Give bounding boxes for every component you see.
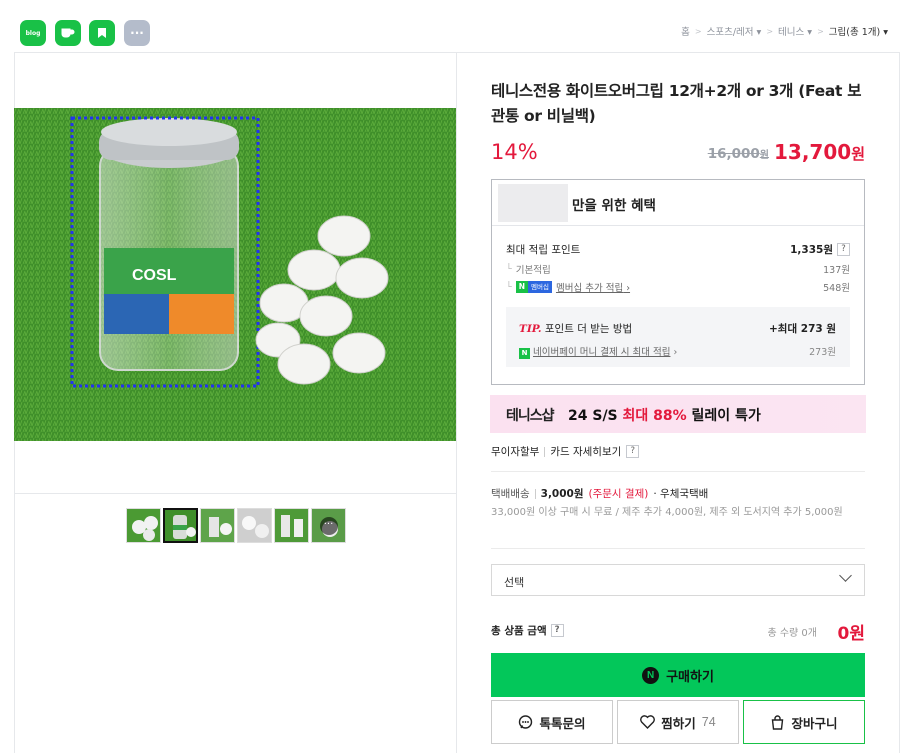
total-price-row: 총 상품 금액? 총 수량 0개 0원 [491, 619, 865, 644]
promo-banner[interactable]: 테니스샵 24 S/S 최대 88% 릴레이 특가 [490, 395, 866, 433]
breadcrumb-separator: > [766, 26, 774, 36]
tip-max-points: +최대 273 원 [768, 323, 836, 335]
membership-points-row: └ N 멤버십 멤버십 추가 적립 › 548원 [506, 280, 850, 294]
top-bar: blog ··· 홈 > 스포츠/레저 ▾ > 테니스 ▾ > 그립(총 1개)… [0, 0, 900, 52]
thumbnail-4[interactable] [237, 508, 272, 543]
naverpay-icon: N [519, 348, 530, 359]
benefit-header: 만을 위한 혜택 [492, 180, 864, 226]
help-icon[interactable]: ? [626, 445, 640, 458]
main-product-image[interactable]: COSL [14, 108, 456, 441]
help-icon[interactable]: ? [837, 243, 850, 256]
blog-share-icon[interactable]: blog [20, 20, 46, 46]
card-info: 무이자할부 카드 자세히보기 ? [491, 444, 640, 459]
heart-icon [640, 715, 656, 729]
breadcrumb-tennis[interactable]: 테니스 ▾ [778, 24, 812, 38]
thumbnail-3[interactable] [200, 508, 235, 543]
shipping-info: 택배배송 3,000원 (주문시 결제) · 우체국택배 [491, 488, 709, 500]
membership-link[interactable]: 멤버십 추가 적립 › [556, 280, 630, 294]
original-price: 16,000원 [707, 146, 769, 162]
talk-inquiry-button[interactable]: 톡톡문의 [491, 700, 613, 744]
svg-text:COSL: COSL [132, 267, 177, 284]
thumbnail-divider [14, 493, 456, 494]
naverpay-link[interactable]: N 네이버페이 머니 결제 시 최대 적립 › [519, 344, 677, 359]
discount-rate: 14% [491, 140, 538, 164]
installment-label: 무이자할부 [491, 446, 540, 458]
divider [491, 548, 865, 549]
banner-text: 24 S/S 최대 88% 릴레이 특가 [568, 408, 761, 424]
breadcrumb: 홈 > 스포츠/레저 ▾ > 테니스 ▾ > 그립(총 1개) ▾ [681, 24, 888, 39]
total-quantity: 총 수량 0개 [767, 628, 817, 639]
card-detail-link[interactable]: 카드 자세히보기 [550, 444, 621, 459]
divider [491, 471, 865, 472]
sale-price: 13,700원 [774, 140, 865, 164]
thumbnail-2[interactable] [163, 508, 198, 543]
naver-plus-badge: N [515, 281, 529, 293]
cart-button[interactable]: 장바구니 [743, 700, 865, 744]
max-points-row: 최대 적립 포인트 1,335원? [506, 242, 850, 257]
total-amount: 0원 [837, 624, 865, 644]
more-share-icon[interactable]: ··· [124, 20, 150, 46]
shipping-note: 33,000원 이상 구매 시 무료 / 제주 추가 4,000원, 제주 외 … [491, 507, 843, 518]
benefit-box: 만을 위한 혜택 최대 적립 포인트 1,335원? └ 기본적립 137원 └ … [491, 179, 865, 385]
tip-box: TIP. 포인트 더 받는 방법 +최대 273 원 N 네이버페이 머니 결제 … [506, 307, 850, 367]
basic-points-row: └ 기본적립 137원 [506, 263, 850, 277]
chevron-down-icon [839, 569, 852, 582]
cafe-share-icon[interactable] [55, 20, 81, 46]
help-icon[interactable]: ? [550, 624, 564, 637]
wishlist-button[interactable]: 찜하기 74 [617, 700, 739, 744]
banner-brand-logo: 테니스샵 [506, 408, 555, 424]
shopping-bag-icon [772, 714, 784, 730]
benefit-title: 만을 위한 혜택 [572, 198, 656, 214]
wish-count: 74 [701, 715, 716, 729]
thumbnail-strip: ··· [126, 508, 346, 543]
breadcrumb-grip[interactable]: 그립(총 1개) ▾ [829, 24, 888, 38]
bookmark-share-icon[interactable] [89, 20, 115, 46]
naverpay-icon: N [642, 666, 660, 684]
thumbnail-5[interactable] [274, 508, 309, 543]
breadcrumb-separator: > [817, 26, 824, 36]
more-thumbnails-icon: ··· [319, 516, 338, 535]
thumbnail-more[interactable]: ··· [311, 508, 346, 543]
blurred-user-name [498, 184, 568, 222]
breadcrumb-home[interactable]: 홈 [681, 24, 690, 38]
action-buttons: 톡톡문의 찜하기 74 장바구니 [491, 700, 865, 744]
product-title: 테니스전용 화이트오버그립 12개+2개 or 3개 (Feat 보관통 or … [491, 82, 862, 125]
buy-button[interactable]: N 구매하기 [491, 653, 865, 697]
thumbnail-1[interactable] [126, 508, 161, 543]
product-image-area: COSL ··· [14, 52, 457, 753]
chat-icon [519, 714, 533, 729]
breadcrumb-separator: > [694, 26, 702, 36]
membership-badge: 멤버십 [528, 281, 552, 293]
breadcrumb-sports[interactable]: 스포츠/레저 ▾ [707, 24, 762, 38]
option-select[interactable]: 선택 [491, 564, 865, 596]
